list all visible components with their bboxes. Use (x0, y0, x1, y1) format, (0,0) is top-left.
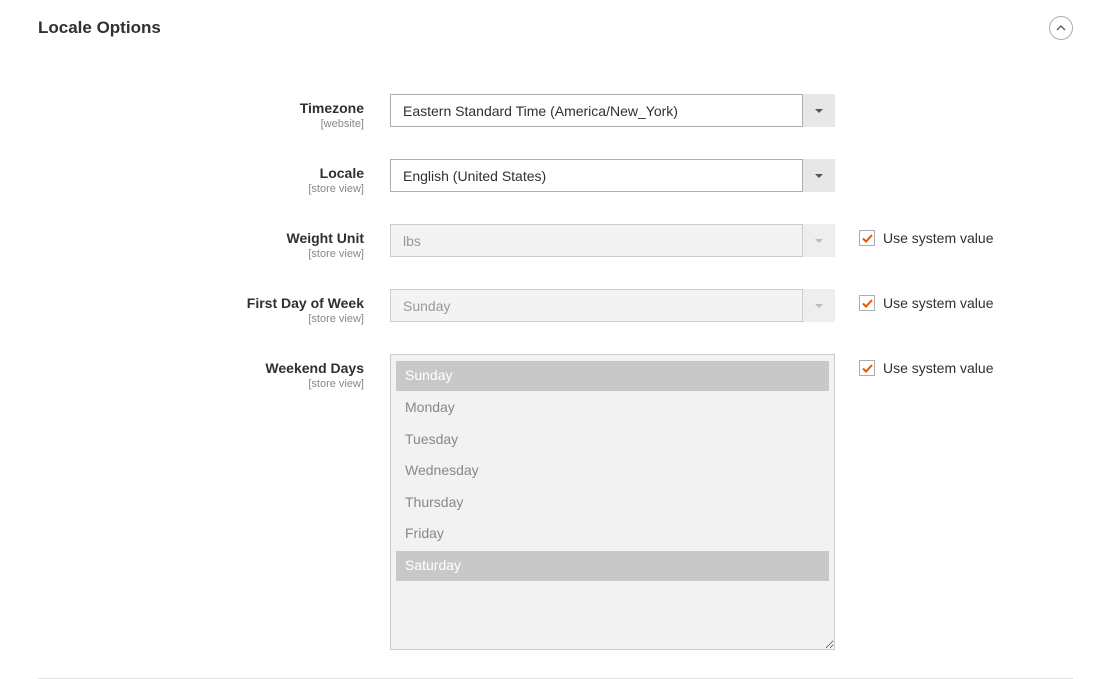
first-day-scope: [store view] (38, 312, 364, 326)
timezone-value: Eastern Standard Time (America/New_York) (390, 94, 835, 127)
row-weight-unit: Weight Unit [store view] lbs Use system … (38, 224, 1073, 261)
panel-title: Locale Options (38, 18, 161, 38)
row-first-day: First Day of Week [store view] Sunday Us… (38, 289, 1073, 326)
weight-unit-select: lbs (390, 224, 835, 257)
locale-options-panel: Locale Options Timezone [website] Easter… (0, 0, 1103, 679)
weight-unit-label: Weight Unit (286, 230, 364, 246)
checkmark-icon (862, 363, 873, 374)
first-day-use-system-checkbox[interactable] (859, 295, 875, 311)
checkmark-icon (862, 233, 873, 244)
weekend-option-sunday: Sunday (396, 361, 829, 391)
first-day-value: Sunday (390, 289, 835, 322)
first-day-select: Sunday (390, 289, 835, 322)
weekend-days-use-system-checkbox[interactable] (859, 360, 875, 376)
weekend-option-friday: Friday (396, 519, 829, 549)
locale-select[interactable]: English (United States) (390, 159, 835, 192)
locale-label: Locale (320, 165, 364, 181)
timezone-select[interactable]: Eastern Standard Time (America/New_York) (390, 94, 835, 127)
row-timezone: Timezone [website] Eastern Standard Time… (38, 94, 1073, 131)
weekend-option-monday: Monday (396, 393, 829, 423)
weight-unit-use-system-checkbox[interactable] (859, 230, 875, 246)
weight-unit-use-system-label: Use system value (883, 230, 993, 246)
timezone-label: Timezone (300, 100, 364, 116)
weekend-option-thursday: Thursday (396, 488, 829, 518)
locale-value: English (United States) (390, 159, 835, 192)
weekend-option-tuesday: Tuesday (396, 425, 829, 455)
first-day-label: First Day of Week (247, 295, 364, 311)
weekend-days-label: Weekend Days (265, 360, 364, 376)
locale-scope: [store view] (38, 182, 364, 196)
checkmark-icon (862, 298, 873, 309)
weight-unit-scope: [store view] (38, 247, 364, 261)
timezone-scope: [website] (38, 117, 364, 131)
chevron-up-icon (1056, 23, 1066, 33)
weekend-option-saturday: Saturday (396, 551, 829, 581)
first-day-use-system-label: Use system value (883, 295, 993, 311)
weekend-days-scope: [store view] (38, 377, 364, 391)
weekend-days-multiselect: Sunday Monday Tuesday Wednesday Thursday… (390, 354, 835, 650)
weekend-option-wednesday: Wednesday (396, 456, 829, 486)
weight-unit-value: lbs (390, 224, 835, 257)
row-weekend-days: Weekend Days [store view] Sunday Monday … (38, 354, 1073, 650)
panel-header: Locale Options (38, 16, 1073, 40)
row-locale: Locale [store view] English (United Stat… (38, 159, 1073, 196)
collapse-button[interactable] (1049, 16, 1073, 40)
weekend-days-use-system-label: Use system value (883, 360, 993, 376)
